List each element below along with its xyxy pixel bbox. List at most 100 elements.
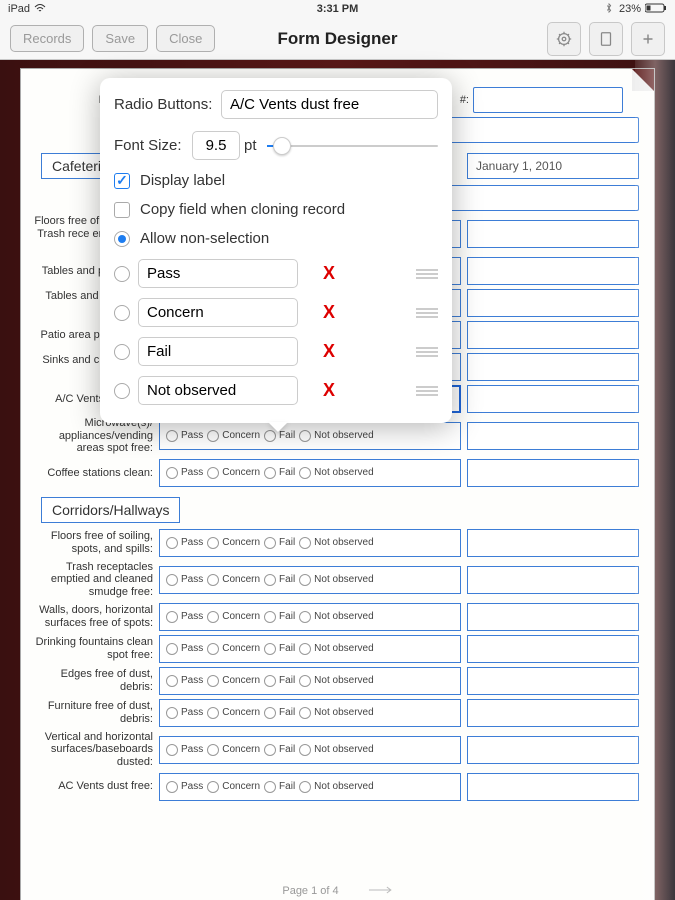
option-radio[interactable] [114,305,130,321]
comment-field[interactable] [467,773,639,801]
comment-field[interactable] [467,736,639,764]
radio-pass[interactable]: Pass [166,611,203,623]
comment-field[interactable] [467,385,639,413]
popover-title-label: Radio Buttons: [114,96,221,113]
close-button[interactable]: Close [156,25,215,52]
option-input[interactable] [138,337,298,366]
radio-group[interactable]: Pass Concern Fail Not observed [159,773,461,801]
save-button[interactable]: Save [92,25,148,52]
radio-group[interactable]: Pass Concern Fail Not observed [159,603,461,631]
radio-group[interactable]: Pass Concern Fail Not observed [159,529,461,557]
radio-not-observed[interactable]: Not observed [299,643,373,655]
copy-field-checkbox[interactable] [114,202,130,218]
radio-not-observed[interactable]: Not observed [299,611,373,623]
allow-nonselection-radio[interactable] [114,231,130,247]
radio-group[interactable]: Pass Concern Fail Not observed [159,459,461,487]
drag-handle-icon[interactable] [416,386,438,396]
radio-not-observed[interactable]: Not observed [299,574,373,586]
radio-concern[interactable]: Concern [207,574,260,586]
radio-pass[interactable]: Pass [166,781,203,793]
radio-group[interactable]: Pass Concern Fail Not observed [159,667,461,695]
comment-field[interactable] [467,289,639,317]
option-input[interactable] [138,376,298,405]
radio-concern[interactable]: Concern [207,781,260,793]
radio-concern[interactable]: Concern [207,643,260,655]
radio-concern[interactable]: Concern [207,611,260,623]
radio-group[interactable]: Pass Concern Fail Not observed [159,635,461,663]
radio-not-observed[interactable]: Not observed [299,707,373,719]
drag-handle-icon[interactable] [416,308,438,318]
radio-fail[interactable]: Fail [264,611,295,623]
num-field[interactable] [473,87,623,113]
radio-concern[interactable]: Concern [207,537,260,549]
next-page-arrow-icon[interactable] [369,885,393,897]
radio-pass[interactable]: Pass [166,574,203,586]
section-corridors[interactable]: Corridors/Hallways [41,497,180,523]
comment-field[interactable] [467,220,639,248]
option-radio[interactable] [114,383,130,399]
option-input[interactable] [138,298,298,327]
radio-concern[interactable]: Concern [207,707,260,719]
radio-concern[interactable]: Concern [207,430,260,442]
radio-fail[interactable]: Fail [264,467,295,479]
radio-not-observed[interactable]: Not observed [299,537,373,549]
radio-concern[interactable]: Concern [207,675,260,687]
delete-option-button[interactable]: X [322,380,336,401]
add-button[interactable] [631,22,665,56]
date-field[interactable]: January 1, 2010 [467,153,639,179]
option-input[interactable] [138,259,298,288]
radio-fail[interactable]: Fail [264,744,295,756]
radio-pass[interactable]: Pass [166,643,203,655]
display-label-checkbox[interactable] [114,173,130,189]
radio-fail[interactable]: Fail [264,707,295,719]
comment-field[interactable] [467,529,639,557]
radio-group[interactable]: Pass Concern Fail Not observed [159,566,461,594]
drag-handle-icon[interactable] [416,269,438,279]
comment-field[interactable] [467,321,639,349]
radio-concern[interactable]: Concern [207,467,260,479]
radio-group[interactable]: Pass Concern Fail Not observed [159,736,461,764]
radio-fail[interactable]: Fail [264,537,295,549]
radio-pass[interactable]: Pass [166,675,203,687]
comment-field[interactable] [467,353,639,381]
radio-group[interactable]: Pass Concern Fail Not observed [159,422,461,450]
records-button[interactable]: Records [10,25,84,52]
radio-fail[interactable]: Fail [264,643,295,655]
radio-pass[interactable]: Pass [166,430,203,442]
settings-button[interactable] [547,22,581,56]
drag-handle-icon[interactable] [416,347,438,357]
comment-field[interactable] [467,566,639,594]
field-title-input[interactable] [221,90,438,119]
delete-option-button[interactable]: X [322,302,336,323]
radio-not-observed[interactable]: Not observed [299,430,373,442]
radio-fail[interactable]: Fail [264,675,295,687]
radio-fail[interactable]: Fail [264,781,295,793]
radio-not-observed[interactable]: Not observed [299,467,373,479]
radio-not-observed[interactable]: Not observed [299,781,373,793]
radio-not-observed[interactable]: Not observed [299,744,373,756]
comment-field[interactable] [467,422,639,450]
document-icon [597,30,615,48]
delete-option-button[interactable]: X [322,341,336,362]
radio-pass[interactable]: Pass [166,707,203,719]
radio-not-observed[interactable]: Not observed [299,675,373,687]
comment-field[interactable] [467,603,639,631]
radio-concern[interactable]: Concern [207,744,260,756]
font-size-input[interactable] [192,131,240,160]
radio-pass[interactable]: Pass [166,467,203,479]
item-label: Edges free of dust, debris: [31,668,159,693]
comment-field[interactable] [467,667,639,695]
comment-field[interactable] [467,459,639,487]
delete-option-button[interactable]: X [322,263,336,284]
font-size-slider[interactable] [267,136,438,156]
comment-field[interactable] [467,635,639,663]
radio-pass[interactable]: Pass [166,744,203,756]
option-radio[interactable] [114,266,130,282]
document-button[interactable] [589,22,623,56]
comment-field[interactable] [467,699,639,727]
radio-fail[interactable]: Fail [264,574,295,586]
radio-group[interactable]: Pass Concern Fail Not observed [159,699,461,727]
radio-pass[interactable]: Pass [166,537,203,549]
option-radio[interactable] [114,344,130,360]
comment-field[interactable] [467,257,639,285]
